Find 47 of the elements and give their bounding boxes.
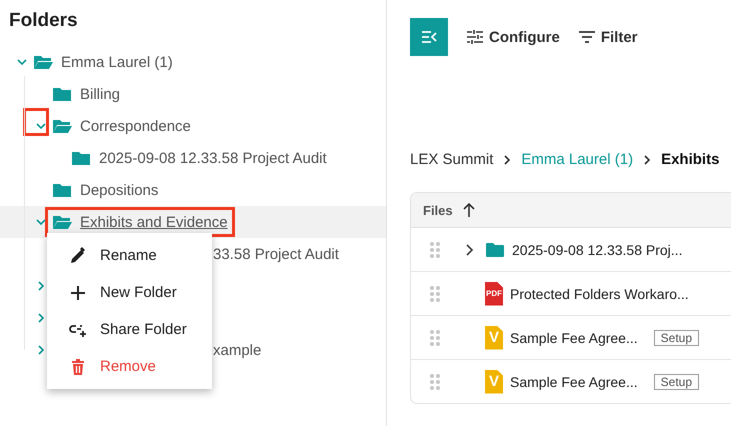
collapse-icon: [421, 30, 437, 44]
folder-label[interactable]: Emma Laurel (1): [61, 54, 173, 70]
menu-item[interactable]: Share Folder: [47, 311, 212, 348]
column-header[interactable]: Files: [423, 202, 453, 218]
configure-button[interactable]: Configure: [466, 28, 560, 46]
filter-button[interactable]: Filter: [578, 28, 638, 46]
file-name[interactable]: 2025-09-08 12.33.58 Proj...: [512, 242, 682, 258]
filter-icon: [578, 28, 596, 46]
open-folder-icon: [33, 53, 54, 71]
sidebar-toggle-button[interactable]: [410, 18, 448, 56]
folder-label[interactable]: Exhibits and Evidence: [80, 214, 228, 230]
template-file-icon: V: [485, 326, 503, 350]
folder-icon: [71, 149, 92, 167]
file-name[interactable]: Protected Folders Workaro...: [510, 286, 689, 302]
breadcrumb-item: Exhibits: [661, 151, 720, 168]
breadcrumb-item[interactable]: LEX Summit: [410, 151, 494, 168]
drag-handle-icon[interactable]: [430, 330, 440, 346]
menu-item[interactable]: Rename: [47, 237, 212, 274]
sort-ascending-icon[interactable]: [462, 202, 476, 218]
panel-title: Folders: [8, 9, 79, 33]
chevron-right-icon: [642, 154, 652, 166]
open-folder-icon: [52, 213, 73, 231]
chevron-right-icon[interactable]: [465, 244, 474, 256]
drag-handle-icon[interactable]: [430, 286, 440, 302]
menu-item[interactable]: Remove: [47, 348, 212, 385]
open-folder-icon: [52, 117, 73, 135]
chevron-right-icon: [502, 154, 512, 166]
folder-label[interactable]: Correspondence: [80, 118, 191, 134]
folder-label[interactable]: Billing: [80, 86, 120, 102]
drag-handle-icon[interactable]: [430, 374, 440, 390]
status-tag: Setup: [654, 374, 699, 390]
drag-handle-icon[interactable]: [430, 242, 440, 258]
folder-label[interactable]: Depositions: [80, 182, 158, 198]
file-name[interactable]: Sample Fee Agree...: [510, 330, 638, 346]
file-name[interactable]: Sample Fee Agree...: [510, 374, 638, 390]
status-tag: Setup: [654, 330, 699, 346]
pencil-icon: [68, 246, 88, 266]
folder-label[interactable]: 2025-09-08 12.33.58 Project Audit: [99, 150, 327, 166]
folder-icon: [485, 240, 505, 258]
pdf-file-icon: PDF: [485, 282, 503, 306]
folder-icon: [52, 181, 73, 199]
folder-label[interactable]: xample: [213, 342, 262, 358]
folder-label[interactable]: 33.58 Project Audit: [213, 246, 339, 262]
menu-item[interactable]: New Folder: [47, 274, 212, 311]
sliders-icon: [466, 28, 484, 46]
template-file-icon: V: [485, 370, 503, 394]
folder-icon: [52, 85, 73, 103]
